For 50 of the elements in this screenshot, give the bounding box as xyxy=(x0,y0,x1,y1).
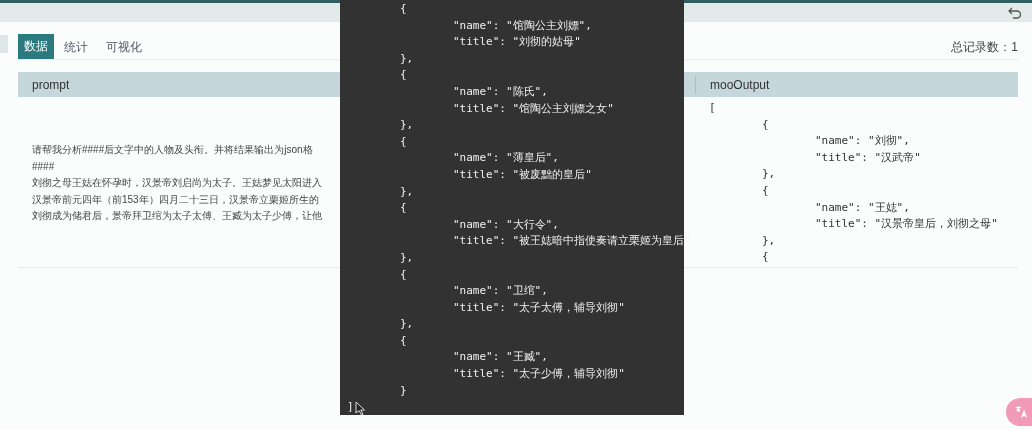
translate-icon xyxy=(1014,405,1028,419)
code-line: { xyxy=(399,332,407,349)
code-line: "name": "卫绾", xyxy=(451,283,548,300)
code-line: "name": "馆陶公主刘嫖", xyxy=(451,17,592,34)
code-line: "title": "太子少傅，辅导刘彻" xyxy=(451,366,625,383)
code-line: { xyxy=(761,249,769,266)
code-line: "name": "陈氏", xyxy=(451,83,548,100)
code-line: "title": "被王娡暗中指使奏请立栗姬为皇后" xyxy=(451,233,691,250)
code-line: "title": "汉武帝" xyxy=(813,149,921,166)
code-line: "title": "汉景帝皇后，刘彻之母" xyxy=(813,216,998,233)
code-line: { xyxy=(399,133,407,150)
record-count: 总记录数：1 xyxy=(951,38,1018,56)
code-line: "title": "太子太傅，辅导刘彻" xyxy=(451,299,625,316)
column-header: mooOutput xyxy=(710,77,770,92)
code-line: "name": "大行令", xyxy=(451,216,559,233)
tab[interactable]: 可视化 xyxy=(98,34,150,59)
code-line: }, xyxy=(399,117,414,134)
code-line: }, xyxy=(761,232,776,249)
column-header: prompt xyxy=(32,77,70,92)
code-line: }, xyxy=(399,249,414,266)
code-line: ] xyxy=(347,399,354,416)
code-line: }, xyxy=(399,316,414,333)
code-line: { xyxy=(399,67,407,84)
code-line: }, xyxy=(761,166,776,183)
code-line: "title": "刘彻的姑母" xyxy=(451,34,581,51)
prompt-text-line: 汉景帝前元四年（前153年）四月二十三日，汉景帝立栗姬所生的 xyxy=(32,192,319,207)
code-line: "name": "薄皇后", xyxy=(451,150,559,167)
code-line: }, xyxy=(399,50,414,67)
code-line: "name": "刘彻", xyxy=(813,133,910,150)
prompt-text-line: 请帮我分析####后文字中的人物及头衔。并将结果输出为json格 xyxy=(32,143,313,157)
code-line: [ xyxy=(709,100,716,116)
prompt-text-line: #### xyxy=(32,159,55,174)
code-line: { xyxy=(399,1,407,17)
code-line: { xyxy=(399,266,407,283)
undo-icon[interactable] xyxy=(1008,6,1022,19)
code-line: "name": "王臧", xyxy=(451,349,548,366)
code-line: "title": "被废黜的皇后" xyxy=(451,166,592,183)
code-line: { xyxy=(761,182,769,199)
sidebar-edge xyxy=(0,35,8,53)
code-line: { xyxy=(761,116,769,133)
prompt-text-line: 刘彻之母王娡在怀孕时，汉景帝刘启尚为太子。王娡梦见太阳进入 xyxy=(32,176,322,190)
code-line: "name": "王娡", xyxy=(813,199,910,216)
code-line: { xyxy=(399,200,407,217)
code-line: }, xyxy=(399,183,414,200)
prompt-text-line: 刘彻成为储君后，景帝拜卫绾为太子太傅、王臧为太子少傅，让他 xyxy=(32,209,322,223)
code-line: } xyxy=(399,382,407,399)
code-line: "title": "馆陶公主刘嫖之女" xyxy=(451,100,614,117)
tab[interactable]: 统计 xyxy=(56,34,96,59)
cursor-icon xyxy=(355,401,366,416)
tab[interactable]: 数据 xyxy=(18,34,54,59)
